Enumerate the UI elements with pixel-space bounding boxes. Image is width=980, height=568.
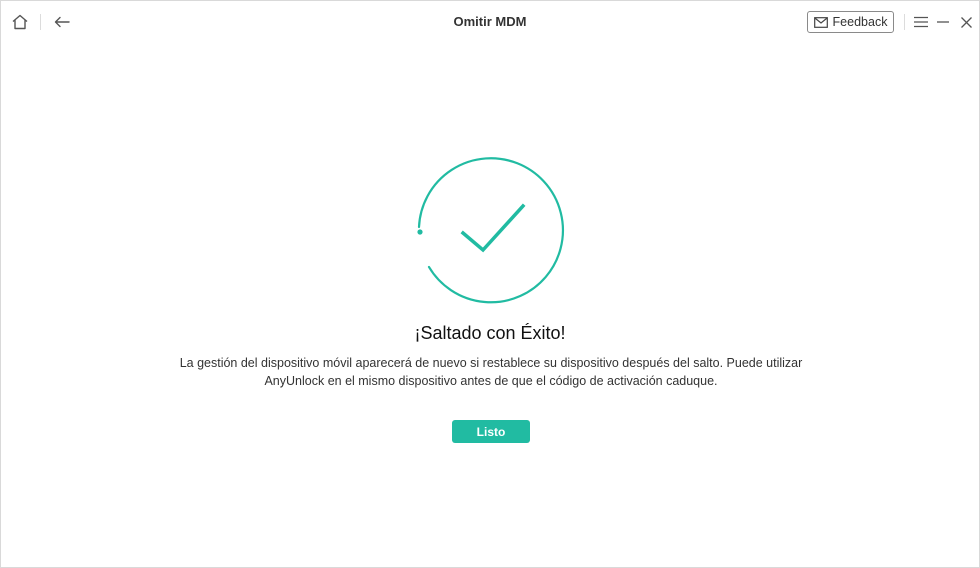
- result-description: La gestión del dispositivo móvil aparece…: [141, 354, 841, 390]
- menu-icon: [914, 16, 928, 28]
- done-button[interactable]: Listo: [452, 420, 530, 443]
- description-line: AnyUnlock en el mismo dispositivo antes …: [264, 374, 718, 388]
- close-icon: [960, 16, 972, 28]
- description-line: La gestión del dispositivo móvil aparece…: [179, 356, 803, 370]
- mail-icon: [813, 16, 828, 28]
- feedback-label: Feedback: [832, 15, 888, 29]
- app-window: Omitir MDM Feedback ¡Saltado con Éxito! …: [0, 0, 980, 568]
- close-button[interactable]: [953, 9, 979, 35]
- success-check-icon: [417, 157, 565, 304]
- title-bar: Omitir MDM Feedback: [1, 1, 979, 43]
- feedback-button[interactable]: Feedback: [807, 11, 894, 33]
- minimize-icon: [937, 21, 949, 23]
- toolbar-separator: [904, 14, 905, 30]
- result-title: ¡Saltado con Éxito!: [414, 323, 566, 343]
